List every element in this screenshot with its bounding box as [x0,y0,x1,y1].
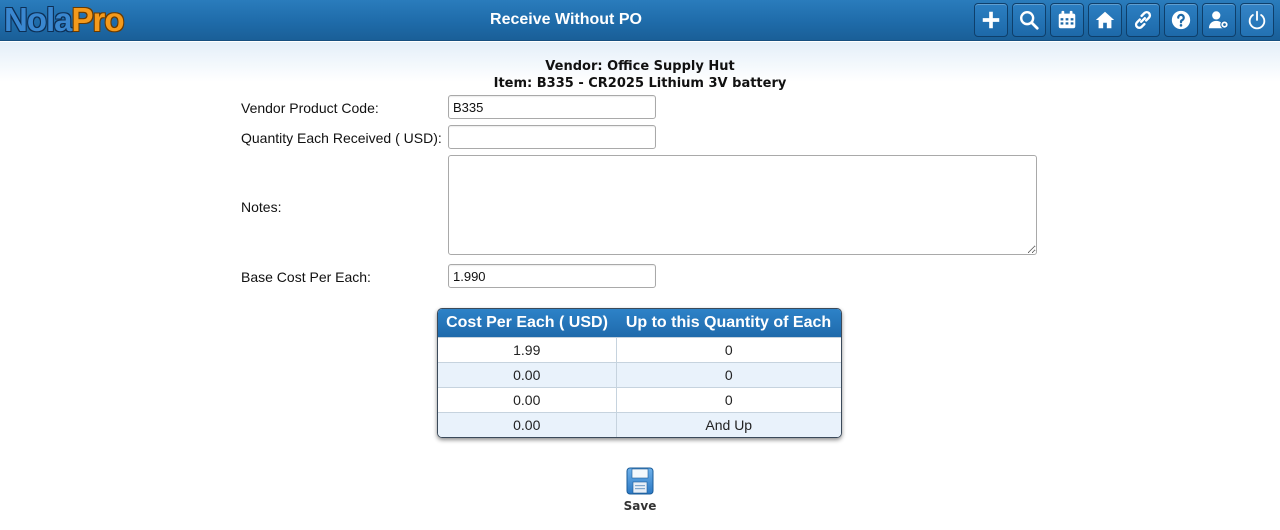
calendar-button[interactable] [1050,3,1084,37]
power-icon [1248,10,1266,30]
item-heading: Item: B335 - CR2025 Lithium 3V battery [493,76,787,91]
page-title: Receive Without PO [490,11,642,28]
cost-cell: 1.99 [438,336,616,362]
cost-cell: 0.00 [438,361,616,387]
link-button[interactable] [1126,3,1160,37]
link-icon [1134,11,1152,29]
home-button[interactable] [1088,3,1122,37]
user-settings-icon [1208,11,1229,29]
table-header-row: Cost Per Each ( USD) Up to this Quantity… [438,309,841,337]
quantity-received-label: Quantity Each Received ( USD): [241,130,442,146]
vendor-product-code-label: Vendor Product Code: [241,100,379,116]
cost-per-each-header: Cost Per Each ( USD) [438,309,616,337]
save-label: Save [623,499,657,513]
quantity-cell: 0 [615,386,841,412]
base-cost-input[interactable] [448,264,656,288]
floppy-disk-icon [626,467,654,495]
search-icon [1020,11,1039,30]
save-button[interactable]: Save [615,466,665,513]
add-icon [982,11,1000,29]
cost-cell: 0.00 [438,411,616,437]
user-settings-button[interactable] [1202,3,1236,37]
table-row: 0.00 0 [438,386,841,412]
base-cost-label: Base Cost Per Each: [241,269,371,285]
pricing-table: Cost Per Each ( USD) Up to this Quantity… [437,308,842,438]
help-button[interactable] [1164,3,1198,37]
notes-label: Notes: [241,199,282,215]
up-to-quantity-header: Up to this Quantity of Each [616,309,841,337]
calendar-icon [1058,10,1076,29]
add-button[interactable] [974,3,1008,37]
quantity-cell: 0 [615,361,841,387]
vendor-heading: Vendor: Office Supply Hut [545,59,735,74]
table-row: 1.99 0 [438,336,841,362]
quantity-cell: And Up [615,411,841,437]
quantity-received-input[interactable] [448,125,656,149]
cost-cell: 0.00 [438,386,616,412]
table-row: 0.00 And Up [438,411,841,437]
logout-button[interactable] [1240,3,1274,37]
table-row: 0.00 0 [438,361,841,387]
toolbar [974,3,1274,37]
top-bar: Nola Pro Receive Without PO [0,0,1280,41]
vendor-product-code-input[interactable] [448,95,656,119]
quantity-cell: 0 [615,336,841,362]
home-icon [1095,11,1115,29]
search-button[interactable] [1012,3,1046,37]
notes-textarea[interactable] [448,155,1037,255]
help-icon [1171,10,1191,30]
